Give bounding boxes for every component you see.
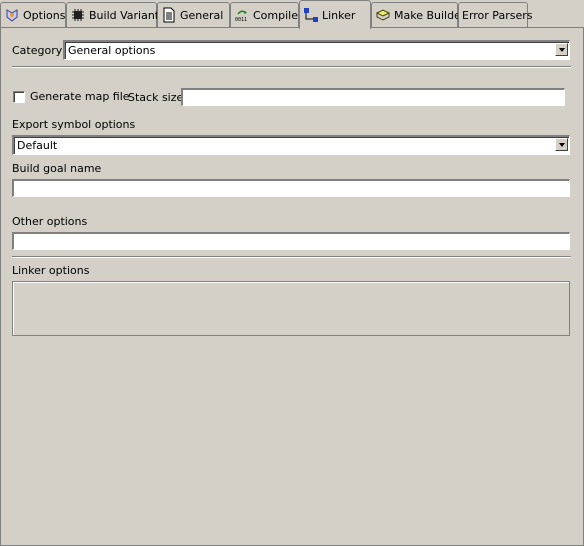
tab-error-parsers[interactable]: Error Parsers — [458, 2, 532, 27]
tab-label: General — [180, 8, 224, 22]
chevron-down-icon[interactable] — [555, 138, 568, 151]
tab-label: Make Builder — [394, 8, 466, 22]
export-symbol-label: Export symbol options — [12, 118, 136, 131]
compiler-icon: 0011 — [234, 7, 250, 23]
stack-size-input[interactable] — [181, 88, 565, 106]
tab-label: Build Variants — [89, 8, 165, 22]
build-goal-input[interactable] — [12, 179, 570, 197]
separator — [12, 256, 571, 258]
linker-options-textarea[interactable] — [12, 281, 570, 336]
tab-linker[interactable]: Linker — [299, 0, 371, 29]
category-select[interactable]: General options — [63, 40, 570, 60]
tab-label: Error Parsers — [462, 8, 533, 22]
linker-options-label: Linker options — [12, 264, 90, 277]
document-icon — [161, 7, 177, 23]
build-goal-label: Build goal name — [12, 162, 102, 175]
tab-make-builder[interactable]: Make Builder — [371, 2, 465, 27]
stack-size-label: Stack size — [128, 91, 184, 104]
tab-label: Options — [23, 8, 66, 22]
chip-icon — [70, 7, 86, 23]
tab-general[interactable]: General — [157, 2, 230, 27]
other-options-label: Other options — [12, 215, 88, 228]
tab-strip: Options Build Variants General 0011 Comp… — [0, 0, 584, 29]
tab-baseline — [0, 27, 584, 28]
other-options-input[interactable] — [12, 232, 570, 250]
export-symbol-select[interactable]: Default — [12, 135, 570, 155]
category-value: General options — [68, 44, 156, 57]
separator — [12, 66, 571, 68]
tab-label: Compiler — [253, 8, 303, 22]
make-builder-icon — [375, 7, 391, 23]
linker-icon — [303, 7, 319, 23]
svg-text:0011: 0011 — [235, 17, 247, 23]
category-label: Category — [12, 44, 63, 57]
tab-compiler[interactable]: 0011 Compiler — [230, 2, 303, 27]
chevron-down-icon[interactable] — [555, 43, 568, 56]
generate-map-label: Generate map file — [30, 90, 130, 103]
tab-options[interactable]: Options — [0, 2, 66, 27]
options-icon — [4, 7, 20, 23]
tab-build-variants[interactable]: Build Variants — [66, 2, 165, 27]
tab-label: Linker — [322, 8, 356, 22]
export-symbol-value: Default — [17, 139, 58, 152]
generate-map-checkbox[interactable] — [13, 91, 25, 103]
